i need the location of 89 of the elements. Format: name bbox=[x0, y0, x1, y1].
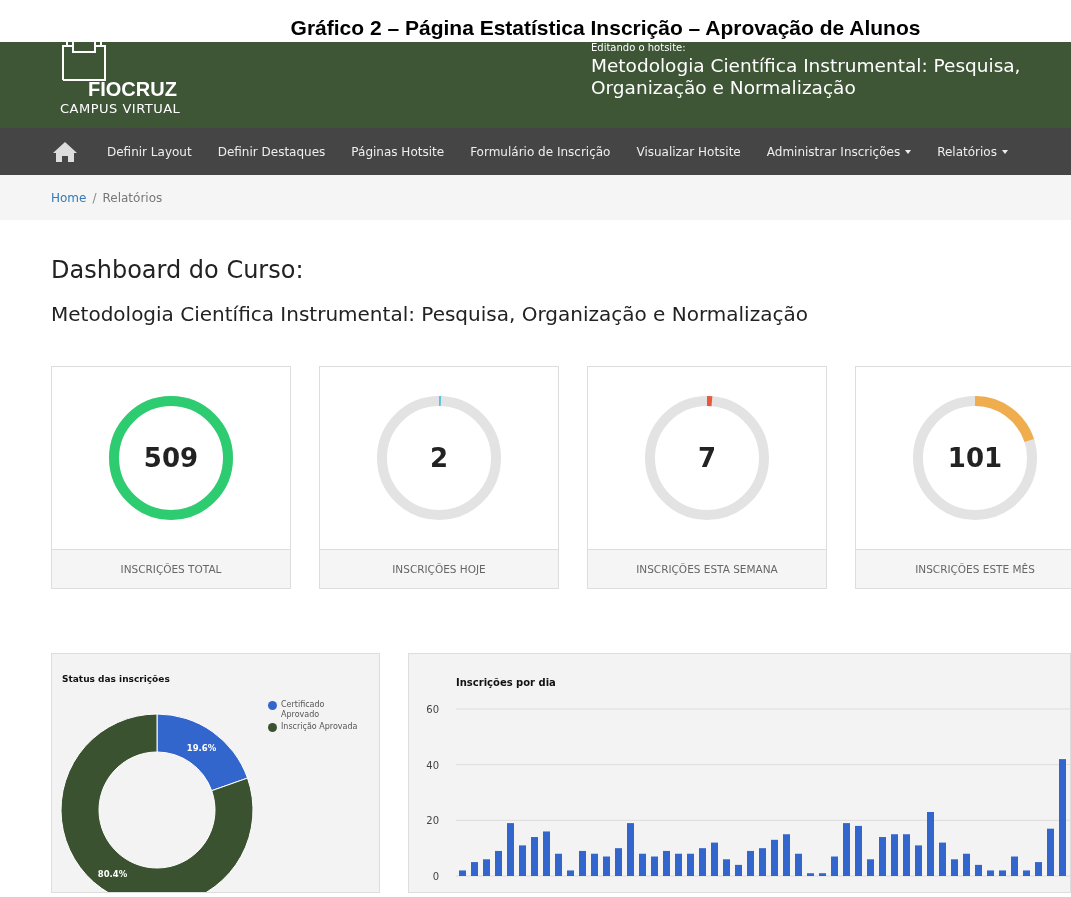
nav-link[interactable]: Relatórios bbox=[924, 144, 1021, 159]
bar bbox=[687, 853, 694, 876]
nav-link[interactable]: Definir Layout bbox=[94, 144, 205, 159]
bar bbox=[855, 825, 862, 876]
nav-link[interactable]: Formulário de Inscrição bbox=[457, 144, 624, 159]
bar bbox=[663, 850, 670, 876]
nav-link[interactable]: Administrar Inscrições bbox=[753, 144, 925, 159]
building-icon bbox=[60, 42, 108, 82]
bar bbox=[795, 853, 802, 876]
axis-tick-label: 20 bbox=[426, 815, 439, 827]
bar bbox=[507, 823, 514, 876]
bar bbox=[711, 842, 718, 876]
bar bbox=[579, 850, 586, 876]
slice-label: 19.6% bbox=[186, 743, 217, 754]
chart-title: Status das inscrições bbox=[61, 673, 171, 684]
figure-caption: Gráfico 2 – Página Estatística Inscrição – Aprovação de Alunos bbox=[289, 15, 922, 41]
axis-tick-label: 40 bbox=[426, 759, 439, 771]
bar bbox=[903, 834, 910, 876]
legend-dot bbox=[268, 723, 277, 732]
bar bbox=[1035, 862, 1042, 876]
nav-link[interactable]: Páginas Hotsite bbox=[338, 144, 458, 159]
bar bbox=[963, 853, 970, 876]
hotsite-title: Metodologia Científica Instrumental: Pesquisa, Organização e Normalização bbox=[591, 55, 1022, 99]
bar bbox=[519, 845, 526, 876]
stat-label: INSCRIÇÕES TOTAL bbox=[52, 549, 290, 588]
bar bbox=[675, 853, 682, 876]
bar bbox=[627, 823, 634, 876]
page-title: Dashboard do Curso: bbox=[51, 256, 305, 284]
bar bbox=[1047, 828, 1054, 876]
bar bbox=[879, 837, 886, 876]
bar bbox=[843, 823, 850, 876]
editing-label: Editando o hotsite: bbox=[591, 42, 687, 53]
bar bbox=[615, 848, 622, 876]
bar bbox=[951, 859, 958, 876]
legend-label: Certificado Aprovado bbox=[281, 700, 326, 720]
bar bbox=[891, 834, 898, 876]
bar bbox=[651, 856, 658, 876]
legend-label: Inscrição Aprovada bbox=[281, 722, 359, 732]
nav-link[interactable]: Definir Destaques bbox=[204, 144, 339, 159]
bar bbox=[819, 873, 826, 876]
logo-title: FIOCRUZ bbox=[88, 78, 178, 101]
bar bbox=[483, 859, 490, 876]
bar bbox=[699, 848, 706, 876]
bar bbox=[939, 842, 946, 876]
axis-tick-label: 0 bbox=[432, 871, 439, 882]
bar bbox=[831, 856, 838, 876]
bar bbox=[759, 848, 766, 876]
bar bbox=[747, 850, 754, 876]
axis-tick-label: 60 bbox=[426, 704, 439, 715]
bar bbox=[723, 859, 730, 876]
stat-label: INSCRIÇÕES ESTE MÊS bbox=[856, 549, 1071, 588]
stat-value: 2 bbox=[429, 443, 449, 473]
slice-label: 80.4% bbox=[97, 868, 128, 879]
bar bbox=[771, 839, 778, 876]
stat-value: 509 bbox=[143, 443, 199, 473]
bar bbox=[459, 870, 466, 876]
bar bbox=[915, 845, 922, 876]
bar bbox=[867, 859, 874, 876]
home-icon[interactable] bbox=[52, 140, 78, 163]
stat-label: INSCRIÇÕES ESTA SEMANA bbox=[588, 549, 826, 588]
bar bbox=[531, 837, 538, 876]
bar bbox=[495, 850, 502, 876]
bar bbox=[603, 856, 610, 876]
course-title: Metodologia Científica Instrumental: Pesquisa, Organização e Normalização bbox=[51, 302, 809, 326]
bar bbox=[543, 831, 550, 876]
breadcrumb-separator: / bbox=[92, 190, 97, 205]
bar bbox=[639, 853, 646, 876]
stat-label: INSCRIÇÕES HOJE bbox=[320, 549, 558, 588]
bar bbox=[927, 812, 934, 876]
bar bbox=[591, 853, 598, 876]
bar bbox=[783, 834, 790, 876]
chart-title: Inscrições por dia bbox=[456, 677, 556, 688]
bar bbox=[735, 864, 742, 876]
breadcrumb-link[interactable]: Relatórios bbox=[102, 190, 163, 205]
bar bbox=[975, 864, 982, 876]
bar bbox=[1011, 856, 1018, 876]
bar bbox=[987, 870, 994, 876]
bar bbox=[471, 862, 478, 876]
stat-value: 7 bbox=[697, 443, 717, 473]
logo-subtitle: CAMPUS VIRTUAL bbox=[60, 101, 181, 116]
bar bbox=[1023, 870, 1030, 876]
breadcrumb-link[interactable]: Home bbox=[51, 190, 87, 205]
bar bbox=[555, 853, 562, 876]
stat-value: 101 bbox=[947, 443, 1003, 473]
bar bbox=[999, 870, 1006, 876]
bar bbox=[567, 870, 574, 876]
bar bbox=[807, 873, 814, 876]
nav-link[interactable]: Visualizar Hotsite bbox=[623, 144, 754, 159]
legend-dot bbox=[268, 701, 277, 710]
